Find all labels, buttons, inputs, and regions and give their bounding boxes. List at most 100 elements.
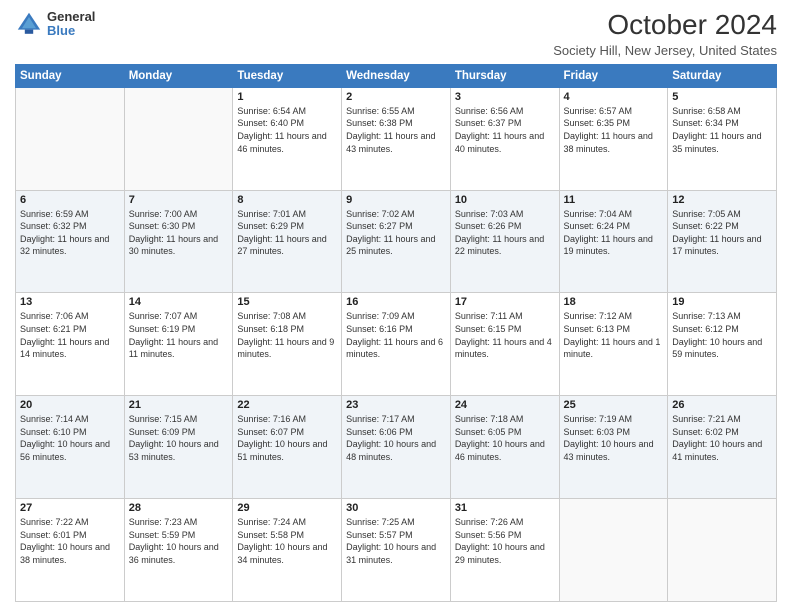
col-thursday: Thursday <box>450 64 559 87</box>
day-number: 26 <box>672 399 772 411</box>
day-info: Sunrise: 7:12 AMSunset: 6:13 PMDaylight:… <box>564 310 664 360</box>
table-row: 7 Sunrise: 7:00 AMSunset: 6:30 PMDaylight… <box>124 190 233 293</box>
day-number: 31 <box>455 502 555 514</box>
day-info: Sunrise: 7:13 AMSunset: 6:12 PMDaylight:… <box>672 310 772 360</box>
table-row: 1Sunrise: 6:54 AMSunset: 6:40 PMDaylight… <box>233 87 342 190</box>
logo: General Blue <box>15 10 95 39</box>
day-info: Sunrise: 6:55 AMSunset: 6:38 PMDaylight:… <box>346 105 446 155</box>
table-row: 14Sunrise: 7:07 AMSunset: 6:19 PMDayligh… <box>124 293 233 396</box>
day-info: Sunrise: 6:57 AMSunset: 6:35 PMDaylight:… <box>564 105 664 155</box>
day-info: Sunrise: 7:11 AMSunset: 6:15 PMDaylight:… <box>455 310 555 360</box>
day-info: Sunrise: 6:56 AMSunset: 6:37 PMDaylight:… <box>455 105 555 155</box>
day-info: Sunrise: 7:25 AMSunset: 5:57 PMDaylight:… <box>346 516 446 566</box>
table-row: 17 Sunrise: 7:11 AMSunset: 6:15 PMDayligh… <box>450 293 559 396</box>
day-number: 14 <box>129 296 229 308</box>
day-number: 13 <box>20 296 120 308</box>
logo-icon <box>15 10 43 38</box>
day-number: 29 <box>237 502 337 514</box>
table-row: 15Sunrise: 7:08 AMSunset: 6:18 PMDayligh… <box>233 293 342 396</box>
day-number: 23 <box>346 399 446 411</box>
table-row: 26 Sunrise: 7:21 AMSunset: 6:02 PMDayligh… <box>668 396 777 499</box>
day-info: Sunrise: 7:14 AMSunset: 6:10 PMDaylight:… <box>20 413 120 463</box>
table-row: 11 Sunrise: 7:04 AMSunset: 6:24 PMDayligh… <box>559 190 668 293</box>
month-year: October 2024 <box>553 10 777 41</box>
day-number: 6 <box>20 194 120 206</box>
table-row: 29 Sunrise: 7:24 AMSunset: 5:58 PMDayligh… <box>233 499 342 602</box>
day-info: Sunrise: 7:08 AMSunset: 6:18 PMDaylight:… <box>237 310 337 360</box>
col-friday: Friday <box>559 64 668 87</box>
day-number: 16 <box>346 296 446 308</box>
table-row: 16 Sunrise: 7:09 AMSunset: 6:16 PMDayligh… <box>342 293 451 396</box>
day-number: 18 <box>564 296 664 308</box>
day-info: Sunrise: 6:58 AMSunset: 6:34 PMDaylight:… <box>672 105 772 155</box>
table-row: 4 Sunrise: 6:57 AMSunset: 6:35 PMDaylight… <box>559 87 668 190</box>
table-row: 8 Sunrise: 7:01 AMSunset: 6:29 PMDaylight… <box>233 190 342 293</box>
table-row: 10 Sunrise: 7:03 AMSunset: 6:26 PMDayligh… <box>450 190 559 293</box>
logo-text: General Blue <box>47 10 95 39</box>
day-info: Sunrise: 7:22 AMSunset: 6:01 PMDaylight:… <box>20 516 120 566</box>
table-row: 3 Sunrise: 6:56 AMSunset: 6:37 PMDaylight… <box>450 87 559 190</box>
day-info: Sunrise: 7:21 AMSunset: 6:02 PMDaylight:… <box>672 413 772 463</box>
table-row <box>559 499 668 602</box>
table-row: 23 Sunrise: 7:17 AMSunset: 6:06 PMDayligh… <box>342 396 451 499</box>
calendar-week-row: 6 Sunrise: 6:59 AMSunset: 6:32 PMDaylight… <box>16 190 777 293</box>
day-number: 24 <box>455 399 555 411</box>
table-row <box>668 499 777 602</box>
day-number: 5 <box>672 91 772 103</box>
day-number: 3 <box>455 91 555 103</box>
table-row: 30Sunrise: 7:25 AMSunset: 5:57 PMDayligh… <box>342 499 451 602</box>
day-info: Sunrise: 7:09 AMSunset: 6:16 PMDaylight:… <box>346 310 446 360</box>
calendar-week-row: 1Sunrise: 6:54 AMSunset: 6:40 PMDaylight… <box>16 87 777 190</box>
day-info: Sunrise: 7:17 AMSunset: 6:06 PMDaylight:… <box>346 413 446 463</box>
table-row: 9Sunrise: 7:02 AMSunset: 6:27 PMDaylight… <box>342 190 451 293</box>
day-info: Sunrise: 6:54 AMSunset: 6:40 PMDaylight:… <box>237 105 337 155</box>
day-number: 11 <box>564 194 664 206</box>
day-number: 20 <box>20 399 120 411</box>
table-row: 22Sunrise: 7:16 AMSunset: 6:07 PMDayligh… <box>233 396 342 499</box>
day-info: Sunrise: 7:03 AMSunset: 6:26 PMDaylight:… <box>455 208 555 258</box>
day-number: 9 <box>346 194 446 206</box>
table-row: 25 Sunrise: 7:19 AMSunset: 6:03 PMDayligh… <box>559 396 668 499</box>
col-wednesday: Wednesday <box>342 64 451 87</box>
location: Society Hill, New Jersey, United States <box>553 43 777 58</box>
day-info: Sunrise: 7:01 AMSunset: 6:29 PMDaylight:… <box>237 208 337 258</box>
day-info: Sunrise: 7:00 AMSunset: 6:30 PMDaylight:… <box>129 208 229 258</box>
table-row: 28 Sunrise: 7:23 AMSunset: 5:59 PMDayligh… <box>124 499 233 602</box>
header: General Blue October 2024 Society Hill, … <box>15 10 777 58</box>
col-saturday: Saturday <box>668 64 777 87</box>
table-row <box>16 87 125 190</box>
day-number: 10 <box>455 194 555 206</box>
table-row: 5 Sunrise: 6:58 AMSunset: 6:34 PMDaylight… <box>668 87 777 190</box>
day-info: Sunrise: 7:19 AMSunset: 6:03 PMDaylight:… <box>564 413 664 463</box>
day-info: Sunrise: 7:05 AMSunset: 6:22 PMDaylight:… <box>672 208 772 258</box>
day-info: Sunrise: 7:24 AMSunset: 5:58 PMDaylight:… <box>237 516 337 566</box>
logo-line1: General <box>47 10 95 24</box>
table-row: 12 Sunrise: 7:05 AMSunset: 6:22 PMDayligh… <box>668 190 777 293</box>
table-row: 31Sunrise: 7:26 AMSunset: 5:56 PMDayligh… <box>450 499 559 602</box>
day-number: 27 <box>20 502 120 514</box>
table-row: 19 Sunrise: 7:13 AMSunset: 6:12 PMDayligh… <box>668 293 777 396</box>
day-number: 28 <box>129 502 229 514</box>
day-number: 21 <box>129 399 229 411</box>
day-number: 8 <box>237 194 337 206</box>
calendar-week-row: 27 Sunrise: 7:22 AMSunset: 6:01 PMDayligh… <box>16 499 777 602</box>
table-row: 6 Sunrise: 6:59 AMSunset: 6:32 PMDaylight… <box>16 190 125 293</box>
day-number: 12 <box>672 194 772 206</box>
table-row: 24 Sunrise: 7:18 AMSunset: 6:05 PMDayligh… <box>450 396 559 499</box>
table-row: 13Sunrise: 7:06 AMSunset: 6:21 PMDayligh… <box>16 293 125 396</box>
day-number: 19 <box>672 296 772 308</box>
day-number: 25 <box>564 399 664 411</box>
page: General Blue October 2024 Society Hill, … <box>0 0 792 612</box>
title-block: October 2024 Society Hill, New Jersey, U… <box>553 10 777 58</box>
day-info: Sunrise: 7:18 AMSunset: 6:05 PMDaylight:… <box>455 413 555 463</box>
table-row: 27 Sunrise: 7:22 AMSunset: 6:01 PMDayligh… <box>16 499 125 602</box>
day-info: Sunrise: 6:59 AMSunset: 6:32 PMDaylight:… <box>20 208 120 258</box>
day-info: Sunrise: 7:04 AMSunset: 6:24 PMDaylight:… <box>564 208 664 258</box>
day-info: Sunrise: 7:23 AMSunset: 5:59 PMDaylight:… <box>129 516 229 566</box>
calendar: Sunday Monday Tuesday Wednesday Thursday… <box>15 64 777 602</box>
day-number: 17 <box>455 296 555 308</box>
day-number: 7 <box>129 194 229 206</box>
day-number: 4 <box>564 91 664 103</box>
day-number: 22 <box>237 399 337 411</box>
table-row <box>124 87 233 190</box>
